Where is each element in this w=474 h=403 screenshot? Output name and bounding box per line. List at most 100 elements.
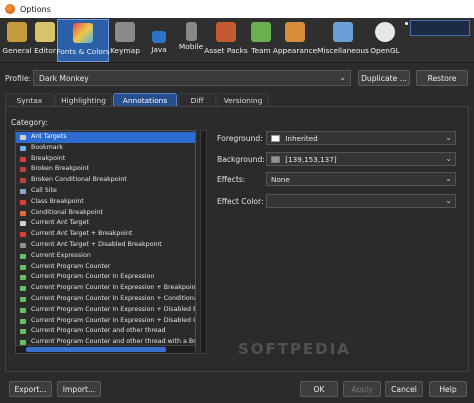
annotation-type-icon (20, 253, 26, 259)
window-title: Options (20, 4, 51, 14)
category-item-label: Current Program Counter In Expression (31, 273, 155, 281)
category-list-item[interactable]: Bookmark (16, 143, 195, 154)
tab-versioning[interactable]: Versioning (217, 93, 269, 106)
category-item-label: Broken Conditional Breakpoint (31, 176, 127, 184)
toolbar-asset-packs[interactable]: Asset Packs (204, 19, 248, 62)
annotation-type-icon (20, 264, 26, 270)
annotation-type-icon (20, 329, 26, 335)
profile-label: Profile: (5, 74, 32, 83)
chevron-down-icon: ⌄ (339, 73, 346, 82)
help-button[interactable]: Help (429, 381, 467, 397)
category-list-item[interactable]: Breakpoint (16, 154, 195, 165)
category-list-item[interactable]: Ant Targets (16, 132, 195, 143)
category-list-item[interactable]: Conditional Breakpoint (16, 208, 195, 219)
mobile-phone-icon (185, 22, 197, 41)
toolbar-miscellaneous[interactable]: Miscellaneous (317, 19, 369, 62)
annotation-type-icon (20, 156, 26, 162)
profile-select[interactable]: Dark Monkey ⌄ (33, 70, 351, 86)
java-cup-icon (152, 31, 166, 43)
category-list-item[interactable]: Call Site (16, 186, 195, 197)
effect-color-select[interactable]: ⌄ (266, 194, 456, 208)
annotation-type-icon (20, 189, 26, 194)
toolbar-mobile[interactable]: Mobile (178, 19, 204, 62)
background-value: [139,153,137] (285, 155, 337, 164)
category-item-label: Current Expression (31, 251, 91, 259)
fonts-colors-icon (73, 23, 93, 43)
category-list[interactable]: Ant Targets Bookmark Breakpoint Broken Brea… (15, 130, 196, 354)
category-list-item[interactable]: Current Ant Target + Disabled Breakpoint (16, 240, 195, 251)
category-list-item[interactable]: Current Ant Target + Breakpoint (16, 229, 195, 240)
horizontal-scrollbar[interactable] (15, 345, 196, 354)
category-list-item[interactable]: Current Program Counter In Expression + … (16, 305, 196, 316)
category-item-label: Bookmark (31, 143, 63, 151)
category-list-item[interactable]: Current Program Counter (16, 262, 195, 273)
tab-diff[interactable]: Diff (178, 93, 216, 106)
effects-select[interactable]: None ⌄ (266, 172, 456, 186)
toolbar-editor[interactable]: Editor (33, 19, 57, 62)
category-item-label: Broken Breakpoint (31, 165, 90, 173)
chevron-down-icon: ⌄ (445, 196, 452, 205)
tab-highlighting[interactable]: Highlighting (55, 93, 112, 106)
toolbar-label: Miscellaneous (317, 46, 369, 55)
background-select[interactable]: [139,153,137] ⌄ (266, 152, 456, 166)
asset-packs-icon (216, 22, 236, 42)
toolbar-java[interactable]: Java (146, 19, 172, 62)
vertical-scrollbar[interactable] (200, 130, 207, 354)
chevron-down-icon: ⌄ (445, 174, 452, 183)
category-item-label: Ant Targets (31, 133, 67, 140)
category-item-label: Current Program Counter In Expression + … (31, 316, 196, 324)
toolbar-team[interactable]: Team (249, 19, 273, 62)
foreground-label: Foreground: (217, 134, 263, 143)
annotation-type-icon (20, 167, 26, 173)
toolbar-label: General (2, 46, 32, 55)
category-list-item[interactable]: Current Program Counter In Expression + … (16, 283, 195, 294)
toolbar-keymap[interactable]: Keymap (110, 19, 140, 62)
miscellaneous-icon (333, 22, 353, 42)
category-list-item[interactable]: Current Program Counter and other thread (16, 326, 195, 337)
cancel-button[interactable]: Cancel (385, 381, 423, 397)
keyboard-icon (115, 22, 135, 42)
annotation-type-icon (20, 307, 26, 313)
category-list-item[interactable]: Current Program Counter In Expression (16, 272, 195, 283)
tab-annotations[interactable]: Annotations (113, 93, 177, 106)
toolbar-label: Java (151, 45, 167, 54)
annotation-type-icon (20, 286, 26, 292)
tab-syntax[interactable]: Syntax (5, 93, 54, 106)
category-list-item[interactable]: Broken Conditional Breakpoint (16, 175, 195, 186)
toolbar-label: Editor (34, 46, 56, 55)
scrollbar-thumb[interactable] (26, 347, 166, 352)
toolbar-general[interactable]: General (2, 19, 32, 62)
toolbar-appearance[interactable]: Appearance (273, 19, 317, 62)
category-list-item[interactable]: Current Ant Target (16, 218, 195, 229)
appearance-icon (285, 22, 305, 42)
foreground-select[interactable]: Inherited ⌄ (266, 131, 456, 145)
category-item-label: Breakpoint (31, 154, 66, 162)
duplicate-button[interactable]: Duplicate ... (358, 70, 410, 86)
annotation-type-icon (20, 297, 26, 302)
toolbar-label: Fonts & Colors (56, 47, 110, 56)
category-list-item[interactable]: Current Expression (16, 251, 195, 262)
options-search-field[interactable] (410, 20, 470, 36)
category-list-item[interactable]: Class Breakpoint (16, 197, 195, 208)
foreground-swatch (271, 135, 280, 142)
category-item-label: Current Program Counter (31, 262, 111, 270)
toolbar-opengl[interactable]: OpenGL (370, 19, 400, 62)
category-item-label: Current Program Counter In Expression + … (31, 305, 196, 313)
category-item-label: Current Ant Target (31, 219, 89, 227)
chevron-down-icon: ⌄ (445, 133, 452, 142)
category-list-item[interactable]: Current Program Counter In Expression + … (16, 294, 195, 305)
chevron-down-icon: ⌄ (445, 154, 452, 163)
toolbar-fonts-colors[interactable]: Fonts & Colors (56, 19, 110, 62)
apply-button[interactable]: Apply (343, 381, 381, 397)
restore-button[interactable]: Restore (416, 70, 468, 86)
category-item-label: Current Ant Target + Disabled Breakpoint (31, 241, 162, 248)
ok-button[interactable]: OK (300, 381, 338, 397)
import-button[interactable]: Import... (57, 381, 101, 397)
export-button[interactable]: Export... (9, 381, 52, 397)
category-list-item[interactable]: Current Program Counter In Expression + … (16, 316, 196, 327)
category-list-item[interactable]: Broken Breakpoint (16, 164, 195, 175)
annotation-type-icon (20, 210, 26, 216)
toolbar-label: Mobile (178, 42, 204, 51)
effect-color-label: Effect Color: (217, 197, 264, 206)
annotation-type-icon (20, 145, 26, 151)
